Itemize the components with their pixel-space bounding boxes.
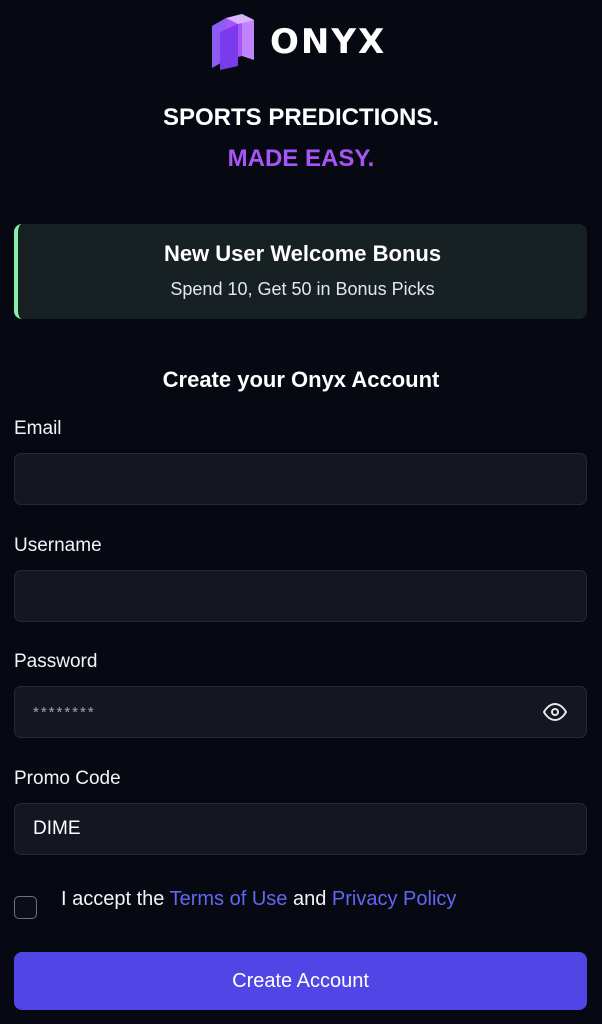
brand-logo: ONYX xyxy=(212,14,386,70)
email-field-box[interactable] xyxy=(14,453,587,505)
username-field[interactable] xyxy=(33,585,568,607)
brand-name: ONYX xyxy=(270,22,387,62)
form-heading: Create your Onyx Account xyxy=(162,367,440,392)
tagline-line-1: SPORTS PREDICTIONS. xyxy=(162,104,440,131)
onyx-logo-icon xyxy=(212,14,254,70)
privacy-policy-link[interactable]: Privacy Policy xyxy=(332,888,456,910)
promo-code-field[interactable] xyxy=(33,818,568,840)
password-label: Password xyxy=(14,651,98,672)
bonus-title: New User Welcome Bonus xyxy=(163,241,442,266)
email-label: Email xyxy=(14,418,62,439)
password-field-box[interactable] xyxy=(14,686,587,738)
terms-connector: and xyxy=(292,888,327,910)
username-label: Username xyxy=(14,535,102,556)
bonus-subtitle: Spend 10, Get 50 in Bonus Picks xyxy=(170,279,435,299)
promo-code-field-box[interactable] xyxy=(14,803,587,855)
welcome-bonus-banner: New User Welcome Bonus Spend 10, Get 50 … xyxy=(14,224,587,319)
create-account-button[interactable]: Create Account xyxy=(14,952,587,1010)
promo-code-label: Promo Code xyxy=(14,768,121,789)
email-field[interactable] xyxy=(33,468,568,490)
terms-row: I accept the Terms of Use and Privacy Po… xyxy=(14,886,587,922)
tagline: SPORTS PREDICTIONS. MADE EASY. xyxy=(0,104,602,173)
eye-icon[interactable] xyxy=(542,699,568,725)
terms-prefix: I accept the xyxy=(61,888,165,910)
tagline-line-2: MADE EASY. xyxy=(227,145,375,172)
terms-checkbox[interactable] xyxy=(14,896,37,919)
terms-of-use-link[interactable]: Terms of Use xyxy=(170,888,288,910)
terms-text: I accept the Terms of Use and Privacy Po… xyxy=(61,886,456,912)
password-field[interactable] xyxy=(33,703,542,721)
username-field-box[interactable] xyxy=(14,570,587,622)
